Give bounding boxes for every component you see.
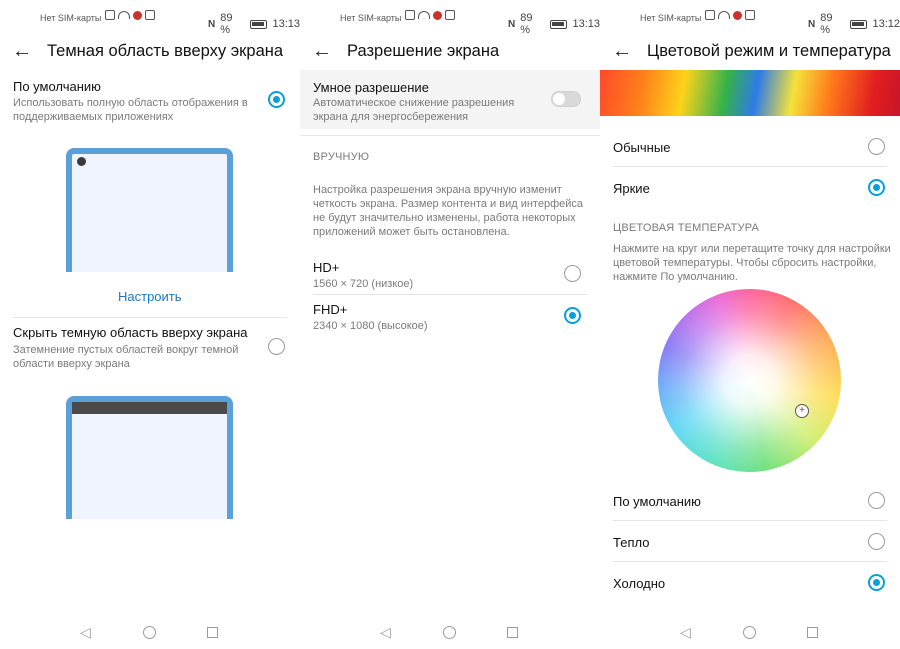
nav-recents-icon[interactable] (807, 627, 818, 638)
resolution-title: FHD+ (313, 302, 348, 317)
clock: 13:13 (272, 18, 300, 30)
image-icon (445, 10, 455, 20)
phone-illustration-hidden (66, 396, 233, 519)
manual-info-text: Настройка разрешения экрана вручную изме… (313, 184, 584, 238)
resolution-sub: 2340 × 1080 (высокое) (313, 320, 428, 332)
battery-percent: 89 % (520, 12, 533, 36)
radio-vivid[interactable] (868, 179, 885, 196)
sim-icon (405, 10, 415, 20)
radio-temp-default[interactable] (868, 492, 885, 509)
nav-home-icon[interactable] (143, 626, 156, 639)
page-title: Цветовой режим и температура (647, 42, 891, 60)
radio-normal[interactable] (868, 138, 885, 155)
notification-app-icon (133, 10, 142, 20)
carrier-text: Нет SIM-карты (640, 13, 702, 23)
battery-icon (849, 19, 868, 29)
divider (13, 317, 287, 318)
color-preview-banner (600, 70, 900, 116)
nav-back-icon[interactable]: ◁ (380, 622, 391, 642)
battery-percent: 89 % (820, 12, 833, 36)
sim-icon (105, 10, 115, 20)
resolution-panel: Нет SIM-карты N 89 % 13:13 ← Разрешение … (300, 0, 600, 649)
wifi-icon (118, 11, 130, 19)
wifi-icon (718, 11, 730, 19)
carrier-text: Нет SIM-карты (40, 13, 102, 23)
battery-icon (549, 19, 568, 29)
clock: 13:12 (872, 18, 900, 30)
navigation-bar: ◁ (0, 622, 300, 642)
option-desc: Затемнение пустых областей вокруг темной… (13, 344, 239, 370)
header: ← Цветовой режим и температура (600, 36, 900, 68)
mode-label: Яркие (613, 181, 650, 196)
divider (613, 520, 887, 521)
temperature-handle-icon[interactable]: + (795, 404, 809, 418)
temperature-info-text: Нажмите на круг или перетащите точку для… (613, 243, 891, 283)
divider (613, 166, 887, 167)
radio-hd[interactable] (564, 265, 581, 282)
page-title: Темная область вверху экрана (47, 42, 284, 60)
radio-temp-cold[interactable] (868, 574, 885, 591)
smart-resolution-row[interactable]: Умное разрешение Автоматическое снижение… (300, 70, 600, 129)
header: ← Разрешение экрана (300, 36, 600, 68)
image-icon (745, 10, 755, 20)
wifi-icon (418, 11, 430, 19)
nav-back-icon[interactable]: ◁ (80, 622, 91, 642)
back-arrow-icon[interactable]: ← (612, 40, 632, 62)
nfc-icon: N (208, 18, 216, 30)
battery-percent: 89 % (220, 12, 233, 36)
nav-recents-icon[interactable] (507, 627, 518, 638)
page-title: Разрешение экрана (347, 42, 500, 60)
smart-resolution-desc: Автоматическое снижение разрешения экран… (313, 97, 515, 123)
radio-default[interactable] (268, 91, 285, 108)
color-temperature-wheel[interactable] (658, 289, 841, 472)
nav-back-icon[interactable]: ◁ (680, 622, 691, 642)
divider (613, 561, 887, 562)
radio-hide-dark-area[interactable] (268, 338, 285, 355)
sim-icon (705, 10, 715, 20)
option-title: По умолчанию (13, 79, 101, 94)
carrier-text: Нет SIM-карты (340, 13, 402, 23)
phone-illustration-default (66, 148, 233, 272)
status-bar: Нет SIM-карты N 89 % 13:13 (0, 0, 300, 36)
image-icon (145, 10, 155, 20)
resolution-sub: 1560 × 720 (низкое) (313, 278, 414, 290)
mode-label: Обычные (613, 140, 671, 155)
smart-resolution-title: Умное разрешение (313, 80, 429, 95)
notification-app-icon (733, 10, 742, 20)
smart-resolution-toggle[interactable] (551, 91, 581, 107)
option-title: Скрыть темную область вверху экрана (13, 325, 248, 340)
camera-hole-icon (77, 157, 86, 166)
status-bar: Нет SIM-карты N 89 % 13:13 (300, 0, 600, 36)
status-bar: Нет SIM-карты N 89 % 13:12 (600, 0, 900, 36)
nfc-icon: N (808, 18, 816, 30)
section-header: ВРУЧНУЮ (313, 151, 370, 163)
dark-area-panel: Нет SIM-карты N 89 % 13:13 ← Темная обла… (0, 0, 300, 649)
option-desc: Использовать полную область отображения … (13, 97, 248, 123)
nav-home-icon[interactable] (743, 626, 756, 639)
navigation-bar: ◁ (600, 622, 900, 642)
back-arrow-icon[interactable]: ← (12, 40, 32, 62)
clock: 13:13 (572, 18, 600, 30)
battery-icon (249, 19, 268, 29)
notification-app-icon (433, 10, 442, 20)
divider (313, 294, 587, 295)
nav-recents-icon[interactable] (207, 627, 218, 638)
temp-label: Тепло (613, 535, 650, 550)
dark-top-bar (72, 402, 227, 414)
header: ← Темная область вверху экрана (0, 36, 300, 68)
customize-link[interactable]: Настроить (118, 289, 182, 304)
navigation-bar: ◁ (300, 622, 600, 642)
nfc-icon: N (508, 18, 516, 30)
section-header: ЦВЕТОВАЯ ТЕМПЕРАТУРА (613, 222, 760, 234)
temp-label: По умолчанию (613, 494, 701, 509)
back-arrow-icon[interactable]: ← (312, 40, 332, 62)
nav-home-icon[interactable] (443, 626, 456, 639)
resolution-title: HD+ (313, 260, 340, 275)
radio-temp-warm[interactable] (868, 533, 885, 550)
temp-label: Холодно (613, 576, 666, 591)
radio-fhd[interactable] (564, 307, 581, 324)
